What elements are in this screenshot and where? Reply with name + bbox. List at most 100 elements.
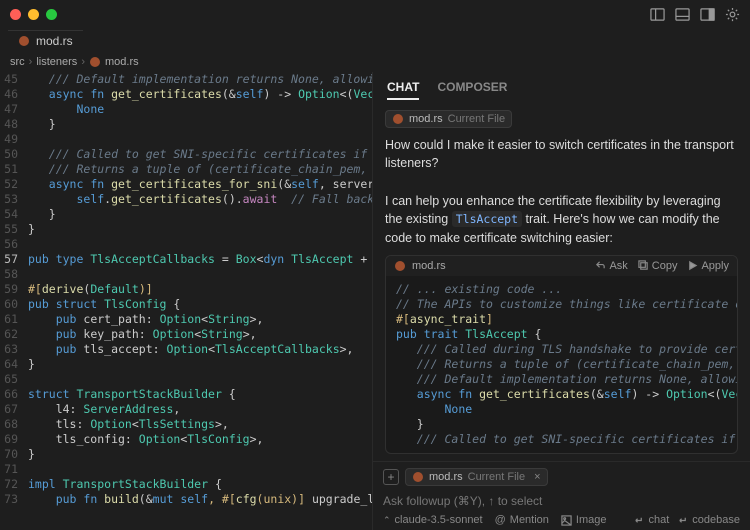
minimize-window-button[interactable] (28, 9, 39, 20)
line-number: 66 (0, 387, 28, 402)
code-line[interactable]: 62 pub key_path: Option<String>, (0, 327, 372, 342)
code-line: /// Returns a tuple of (certificate_chai… (396, 357, 727, 372)
input-context-chip[interactable]: mod.rs Current File × (405, 468, 548, 486)
codeblock-ask-button[interactable]: Ask (595, 260, 627, 272)
tab-composer[interactable]: COMPOSER (437, 80, 507, 100)
code-line[interactable]: 63 pub tls_accept: Option<TlsAcceptCallb… (0, 342, 372, 357)
code-line[interactable]: 48 } (0, 117, 372, 132)
code-line[interactable]: 52 async fn get_certificates_for_sni(&se… (0, 177, 372, 192)
tab-chat[interactable]: CHAT (387, 80, 419, 100)
rust-file-icon (394, 260, 406, 272)
add-context-button[interactable]: + (383, 469, 399, 485)
chevron-right-icon: › (29, 56, 33, 68)
user-message: How could I make it easier to switch cer… (385, 136, 738, 172)
code-line[interactable]: 72impl TransportStackBuilder { (0, 477, 372, 492)
assistant-code-block: mod.rs Ask Copy Apply // ... existing co… (385, 255, 738, 454)
code-line[interactable]: 57pub type TlsAcceptCallbacks = Box<dyn … (0, 252, 372, 267)
code-line: /// Default implementation returns None,… (396, 372, 727, 387)
line-number: 59 (0, 282, 28, 297)
maximize-window-button[interactable] (46, 9, 57, 20)
rust-file-icon (18, 35, 30, 47)
context-chip-badge: Current File (468, 471, 525, 483)
line-number: 57 (0, 252, 28, 267)
chat-panel: CHAT COMPOSER mod.rs Current File How co… (372, 72, 750, 530)
chevron-right-icon: › (81, 56, 85, 68)
line-number: 54 (0, 207, 28, 222)
code-line[interactable]: 56 (0, 237, 372, 252)
layout-right-icon[interactable] (700, 7, 715, 22)
play-icon (687, 260, 698, 271)
line-number: 70 (0, 447, 28, 462)
settings-gear-icon[interactable] (725, 7, 740, 22)
remove-chip-icon[interactable]: × (534, 471, 540, 483)
code-line[interactable]: 73 pub fn build(&mut self, #[cfg(unix)] … (0, 492, 372, 507)
codeblock-apply-button[interactable]: Apply (687, 260, 729, 272)
image-icon (561, 515, 572, 526)
chat-input[interactable]: Ask followup (⌘Y), ↑ to select (383, 490, 740, 514)
line-number: 65 (0, 372, 28, 387)
code-line: None (396, 402, 727, 417)
rust-file-icon (89, 56, 101, 68)
code-line[interactable]: 45 /// Default implementation returns No… (0, 72, 372, 87)
line-number: 45 (0, 72, 28, 87)
codeblock-file: mod.rs (412, 260, 446, 272)
line-number: 52 (0, 177, 28, 192)
code-line[interactable]: 66struct TransportStackBuilder { (0, 387, 372, 402)
line-number: 56 (0, 237, 28, 252)
submit-chat-button[interactable]: chat (633, 514, 669, 526)
rust-file-icon (412, 471, 424, 483)
layout-bottom-icon[interactable] (675, 7, 690, 22)
breadcrumb-seg[interactable]: listeners (36, 56, 77, 68)
code-line[interactable]: 64} (0, 357, 372, 372)
model-selector[interactable]: ⌃ claude-3.5-sonnet (383, 514, 483, 526)
code-line: pub trait TlsAccept { (396, 327, 727, 342)
code-line: /// Called during TLS handshake to provi… (396, 342, 727, 357)
line-number: 53 (0, 192, 28, 207)
code-line[interactable]: 51 /// Returns a tuple of (certificate_c… (0, 162, 372, 177)
code-line[interactable]: 71 (0, 462, 372, 477)
line-number: 64 (0, 357, 28, 372)
breadcrumb-seg[interactable]: src (10, 56, 25, 68)
code-line[interactable]: 58 (0, 267, 372, 282)
line-number: 69 (0, 432, 28, 447)
code-line[interactable]: 68 tls: Option<TlsSettings>, (0, 417, 372, 432)
traffic-lights (10, 9, 57, 20)
context-chip[interactable]: mod.rs Current File (385, 110, 512, 128)
mention-button[interactable]: @ Mention (495, 514, 549, 526)
code-line[interactable]: 53 self.get_certificates().await // Fall… (0, 192, 372, 207)
code-line[interactable]: 70} (0, 447, 372, 462)
code-line[interactable]: 50 /// Called to get SNI-specific certif… (0, 147, 372, 162)
line-number: 68 (0, 417, 28, 432)
code-line[interactable]: 54 } (0, 207, 372, 222)
code-line[interactable]: 69 tls_config: Option<TlsConfig>, (0, 432, 372, 447)
code-line[interactable]: 46 async fn get_certificates(&self) -> O… (0, 87, 372, 102)
submit-codebase-button[interactable]: codebase (677, 514, 740, 526)
line-number: 47 (0, 102, 28, 117)
line-number: 73 (0, 492, 28, 507)
code-line: // The APIs to customize things like cer… (396, 297, 727, 312)
code-line[interactable]: 65 (0, 372, 372, 387)
breadcrumb-seg[interactable]: mod.rs (105, 56, 139, 68)
code-line: // ... existing code ... (396, 282, 727, 297)
reply-icon (595, 260, 606, 271)
code-line[interactable]: 47 None (0, 102, 372, 117)
line-number: 63 (0, 342, 28, 357)
rust-file-icon (392, 113, 404, 125)
editor-tab-row: mod.rs (0, 28, 750, 52)
editor-tab-modrs[interactable]: mod.rs (8, 30, 83, 51)
context-chip-badge: Current File (448, 113, 505, 125)
codeblock-copy-button[interactable]: Copy (638, 260, 678, 272)
code-line[interactable]: 55} (0, 222, 372, 237)
code-line[interactable]: 67 l4: ServerAddress, (0, 402, 372, 417)
context-chip-file: mod.rs (409, 113, 443, 125)
code-line[interactable]: 59#[derive(Default)] (0, 282, 372, 297)
image-button[interactable]: Image (561, 514, 607, 526)
code-editor[interactable]: 45 /// Default implementation returns No… (0, 72, 372, 530)
code-line[interactable]: 61 pub cert_path: Option<String>, (0, 312, 372, 327)
enter-icon (677, 515, 688, 526)
line-number: 72 (0, 477, 28, 492)
layout-left-icon[interactable] (650, 7, 665, 22)
code-line[interactable]: 49 (0, 132, 372, 147)
close-window-button[interactable] (10, 9, 21, 20)
code-line[interactable]: 60pub struct TlsConfig { (0, 297, 372, 312)
